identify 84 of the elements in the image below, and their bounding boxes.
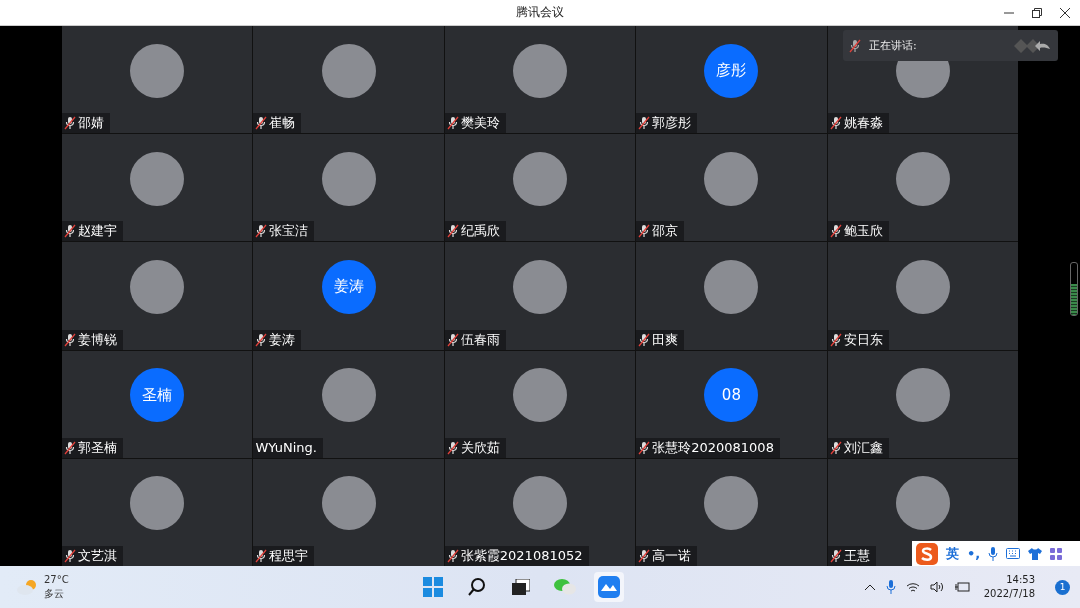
muted-mic-icon xyxy=(638,440,651,455)
participant-name: 关欣茹 xyxy=(460,438,500,457)
initials-avatar: 08 xyxy=(704,368,759,423)
participant-name: 刘汇鑫 xyxy=(843,438,883,457)
participant-name: 邵婧 xyxy=(78,114,104,133)
initials-avatar: 姜涛 xyxy=(321,260,376,314)
search-icon xyxy=(467,577,488,597)
muted-mic-icon xyxy=(446,440,459,455)
muted-mic-icon xyxy=(829,224,842,239)
muted-mic-icon xyxy=(255,332,268,347)
muted-mic-icon xyxy=(638,224,651,239)
participant-name: 安日东 xyxy=(843,330,883,349)
clock-time[interactable]: 14:53 xyxy=(1006,573,1035,587)
participant-name: 姜博锐 xyxy=(78,330,117,349)
chat-bubbles-icon xyxy=(554,578,577,596)
participant-name: 樊美玲 xyxy=(460,114,500,133)
muted-mic-icon xyxy=(446,549,459,563)
participant-name: 高一诺 xyxy=(652,547,692,565)
muted-mic-icon xyxy=(638,549,651,563)
close-icon xyxy=(1060,8,1070,18)
avatar-placeholder xyxy=(513,476,567,531)
volume-meter xyxy=(1070,262,1078,316)
task-view-icon xyxy=(512,579,531,595)
participant-name: 郭圣楠 xyxy=(78,438,117,457)
restore-icon xyxy=(1032,8,1042,18)
weather-condition: 多云 xyxy=(44,587,65,601)
avatar-placeholder xyxy=(513,151,567,206)
muted-mic-icon xyxy=(64,440,76,455)
participant-name: 程思宇 xyxy=(269,547,309,565)
participant-name: 纪禹欣 xyxy=(460,222,500,241)
muted-mic-icon xyxy=(446,224,459,239)
clock-date[interactable]: 2022/7/18 xyxy=(983,587,1035,601)
muted-mic-icon xyxy=(829,332,842,347)
collapse-icon[interactable] xyxy=(1012,36,1052,55)
muted-mic-icon xyxy=(638,332,651,347)
initials-avatar: 彦彤 xyxy=(704,43,759,98)
participant-name: 郭彦彤 xyxy=(652,114,692,133)
notification-badge[interactable]: 1 xyxy=(1055,579,1070,595)
participant-name: 张慧玲2020081008 xyxy=(652,438,774,457)
participant-name: 文艺淇 xyxy=(78,547,117,565)
chevron-up-icon[interactable] xyxy=(863,583,876,591)
muted-mic-icon xyxy=(446,116,459,131)
partly-cloudy-icon xyxy=(16,579,38,595)
participant-name: 王慧 xyxy=(843,547,870,565)
participant-name: 鲍玉欣 xyxy=(843,222,883,241)
muted-mic-icon xyxy=(64,224,76,239)
muted-mic-icon xyxy=(255,549,268,563)
temperature: 27°C xyxy=(44,573,69,587)
meeting-app-icon xyxy=(598,576,621,598)
muted-mic-icon xyxy=(64,332,76,347)
avatar-placeholder xyxy=(513,260,567,314)
speaking-label: 正在讲话: xyxy=(869,38,918,53)
muted-mic-icon xyxy=(64,116,76,131)
participant-name: 田爽 xyxy=(652,330,679,349)
microphone-icon[interactable] xyxy=(885,580,896,594)
participant-name: WYuNing. xyxy=(255,440,317,456)
windows-logo-icon xyxy=(423,577,444,597)
grid-icon[interactable] xyxy=(1050,547,1063,560)
participant-name: 崔畅 xyxy=(269,114,296,133)
participant-name: 邵京 xyxy=(652,222,679,241)
avatar-placeholder xyxy=(704,260,759,314)
participant-name: 伍春雨 xyxy=(460,330,500,349)
avatar-placeholder xyxy=(895,260,950,314)
muted-mic-icon xyxy=(255,224,268,239)
participant-name: 张宝洁 xyxy=(269,222,309,241)
avatar-placeholder xyxy=(513,368,567,423)
wifi-icon[interactable] xyxy=(905,581,920,593)
shirt-icon[interactable] xyxy=(1028,547,1043,560)
participant-name: 张紫霞2021081052 xyxy=(460,547,583,565)
muted-mic-icon xyxy=(829,440,842,455)
initials-avatar: 圣楠 xyxy=(130,368,185,423)
battery-icon[interactable] xyxy=(953,581,970,593)
muted-mic-icon xyxy=(255,116,268,131)
avatar-placeholder xyxy=(130,260,185,314)
participant-name: 姜涛 xyxy=(269,330,296,349)
muted-mic-icon xyxy=(638,116,651,131)
meeting-app-button[interactable] xyxy=(594,572,625,602)
participant-name: 赵建宇 xyxy=(78,222,117,241)
avatar-placeholder xyxy=(513,43,567,98)
muted-mic-icon xyxy=(446,332,459,347)
window-title: 腾讯会议 xyxy=(516,4,564,21)
speaker-icon[interactable] xyxy=(929,581,944,593)
muted-mic-icon xyxy=(64,549,76,563)
participant-name: 姚春淼 xyxy=(843,114,883,133)
